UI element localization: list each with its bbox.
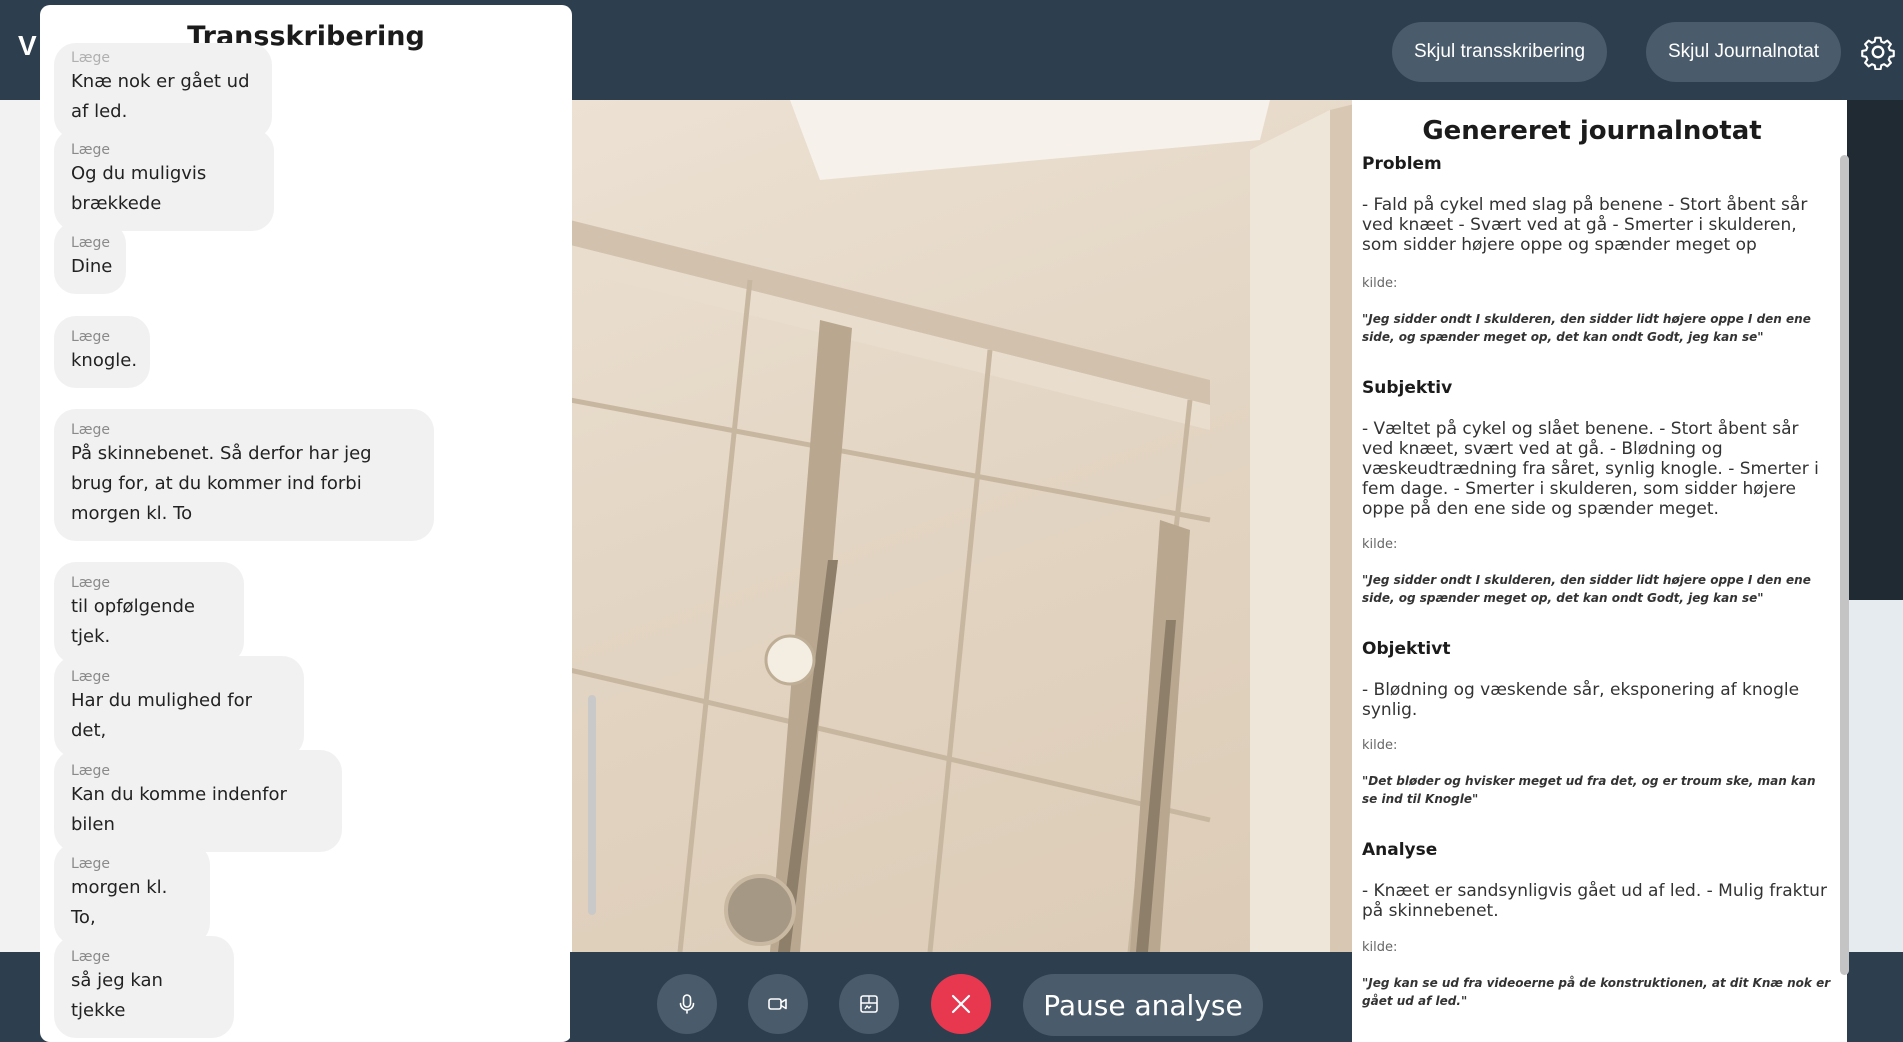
message-text: På skinnebenet. Så derfor har jeg brug f… (71, 443, 372, 524)
transcript-message: Læge Kan du komme indenfor bilen (54, 750, 342, 852)
transcript-panel: Transskribering Læge Knæ nok er gået ud … (40, 5, 596, 1042)
close-icon (951, 994, 971, 1014)
source-quote: "Jeg sidder ondt I skulderen, den sidder… (1362, 573, 1811, 605)
transcript-message: Læge Og du muligvis brækkede (54, 129, 274, 231)
message-speaker: Læge (71, 50, 111, 66)
source-label: kilde: (1362, 940, 1398, 955)
source-quote: "Jeg sidder ondt I skulderen, den sidder… (1362, 312, 1811, 344)
message-text: Har du mulighed for det, (71, 690, 252, 741)
gear-icon[interactable] (1860, 34, 1896, 70)
message-speaker: Læge (71, 575, 111, 591)
message-speaker: Læge (71, 422, 111, 438)
transcript-message: Læge knogle. (54, 316, 150, 388)
section-heading: Problem (1362, 154, 1442, 174)
message-text: Kan du komme indenfor bilen (71, 784, 287, 835)
transcript-message: Læge Dine (54, 222, 126, 294)
transcript-message: Læge Har du mulighed for det, (54, 656, 304, 758)
message-speaker: Læge (71, 329, 111, 345)
hide-transcript-button[interactable]: Skjul transskribering (1392, 22, 1608, 82)
journal-title: Genereret journalnotat (1422, 116, 1762, 146)
message-text: Dine (71, 256, 113, 277)
microphone-icon (679, 994, 695, 1014)
section-body: - Væltet på cykel og slået benene. - Sto… (1362, 419, 1819, 519)
app-title: V (18, 30, 37, 61)
section-heading: Objektivt (1362, 639, 1451, 659)
message-text: så jeg kan tjekke (71, 970, 163, 1021)
transcript-message: Læge til opfølgende tjek. (54, 562, 244, 664)
source-label: kilde: (1362, 276, 1398, 291)
message-text: morgen kl. To, (71, 877, 168, 928)
section-body: - Blødning og væskende sår, eksponering … (1362, 680, 1800, 720)
message-speaker: Læge (71, 669, 111, 685)
screen-share-icon (860, 995, 878, 1013)
message-speaker: Læge (71, 856, 111, 872)
screen-share-button[interactable] (839, 974, 899, 1034)
message-speaker: Læge (71, 763, 111, 779)
source-label: kilde: (1362, 738, 1398, 753)
transcript-message: Læge På skinnebenet. Så derfor har jeg b… (54, 409, 434, 541)
message-text: Knæ nok er gået ud af led. (71, 71, 250, 122)
message-speaker: Læge (71, 142, 111, 158)
journal-scrollbar[interactable] (1840, 155, 1849, 975)
message-text: til opfølgende tjek. (71, 596, 195, 647)
end-call-button[interactable] (931, 974, 991, 1034)
microphone-button[interactable] (657, 974, 717, 1034)
message-speaker: Læge (71, 949, 111, 965)
pause-analysis-button[interactable]: Pause analyse (1023, 974, 1263, 1036)
section-body: - Knæet er sandsynligvis gået ud af led.… (1362, 881, 1827, 921)
section-body: - Fald på cykel med slag på benene - Sto… (1362, 195, 1808, 255)
source-quote: "Jeg kan se ud fra videoerne på de konst… (1362, 976, 1831, 1008)
camera-icon (768, 998, 787, 1010)
hide-journal-button[interactable]: Skjul Journalnotat (1646, 22, 1842, 82)
message-text: Og du muligvis brækkede (71, 163, 207, 214)
transcript-message: Læge så jeg kan tjekke (54, 936, 234, 1038)
transcript-message: Læge Knæ nok er gået ud af led. (54, 43, 272, 139)
message-speaker: Læge (71, 235, 111, 251)
transcript-scrollbar[interactable] (588, 695, 596, 915)
camera-button[interactable] (748, 974, 808, 1034)
message-text: knogle. (71, 350, 138, 371)
journal-panel: Genereret journalnotat Problem - Fald på… (1352, 100, 1847, 1042)
transcript-message: Læge morgen kl. To, (54, 843, 210, 945)
source-label: kilde: (1362, 537, 1398, 552)
section-heading: Analyse (1362, 840, 1438, 860)
source-quote: "Det bløder og hvisker meget ud fra det,… (1362, 774, 1816, 806)
section-heading: Subjektiv (1362, 378, 1453, 398)
